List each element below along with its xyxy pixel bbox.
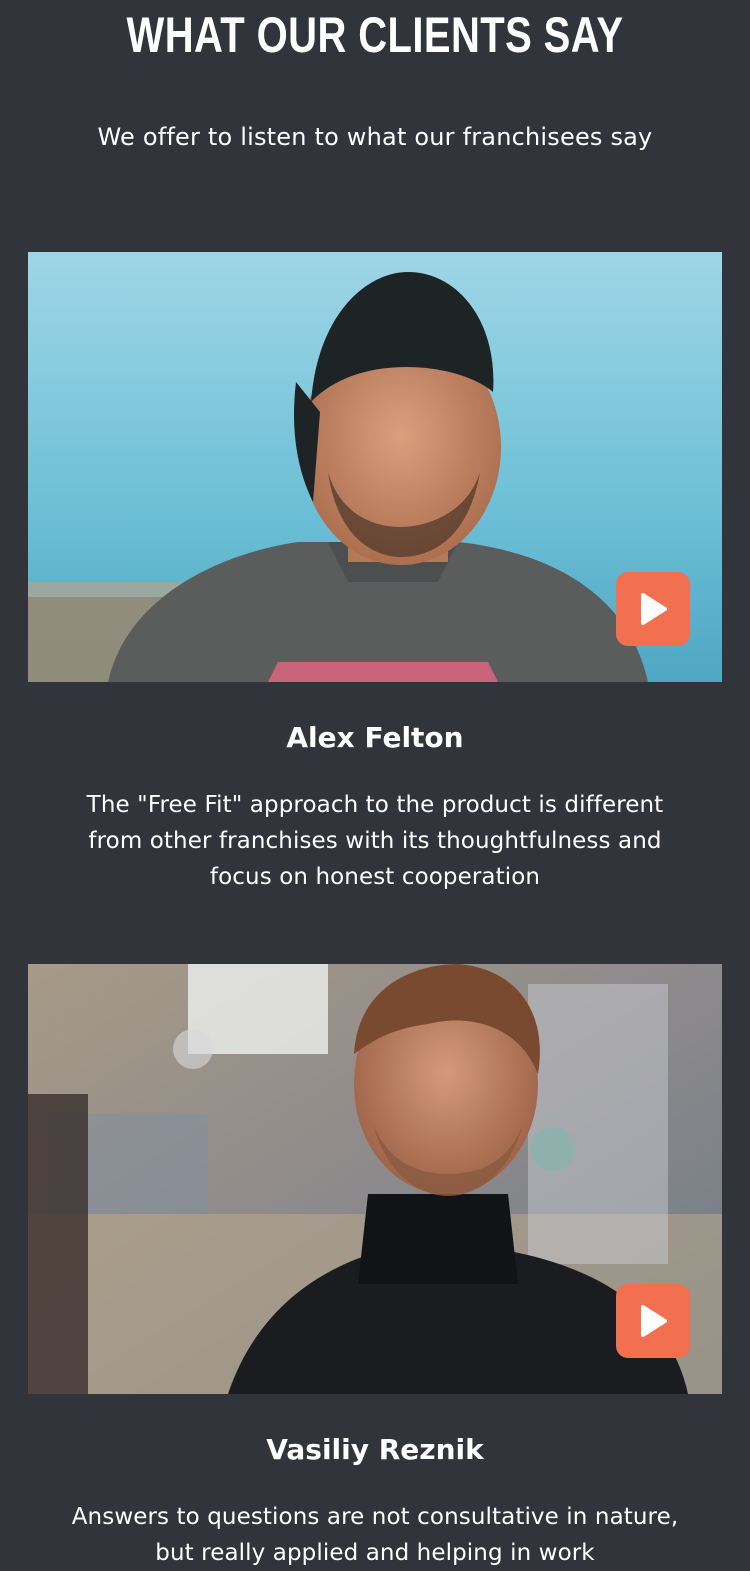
- client-quote: The "Free Fit" approach to the product i…: [86, 792, 664, 890]
- section-title: WHAT OUR CLIENTS SAY: [126, 7, 624, 63]
- client-name: Alex Felton: [286, 721, 464, 754]
- play-button[interactable]: [616, 572, 690, 646]
- client-quote: Answers to questions are not consultativ…: [71, 1504, 679, 1566]
- play-icon: [641, 1305, 667, 1337]
- testimonial-video-vasiliy[interactable]: [28, 964, 722, 1394]
- client-name: Vasiliy Reznik: [266, 1433, 484, 1466]
- play-button[interactable]: [616, 1284, 690, 1358]
- testimonial-video-alex[interactable]: [28, 252, 722, 682]
- play-icon: [641, 593, 667, 625]
- section-subtitle: We offer to listen to what our franchise…: [97, 123, 653, 151]
